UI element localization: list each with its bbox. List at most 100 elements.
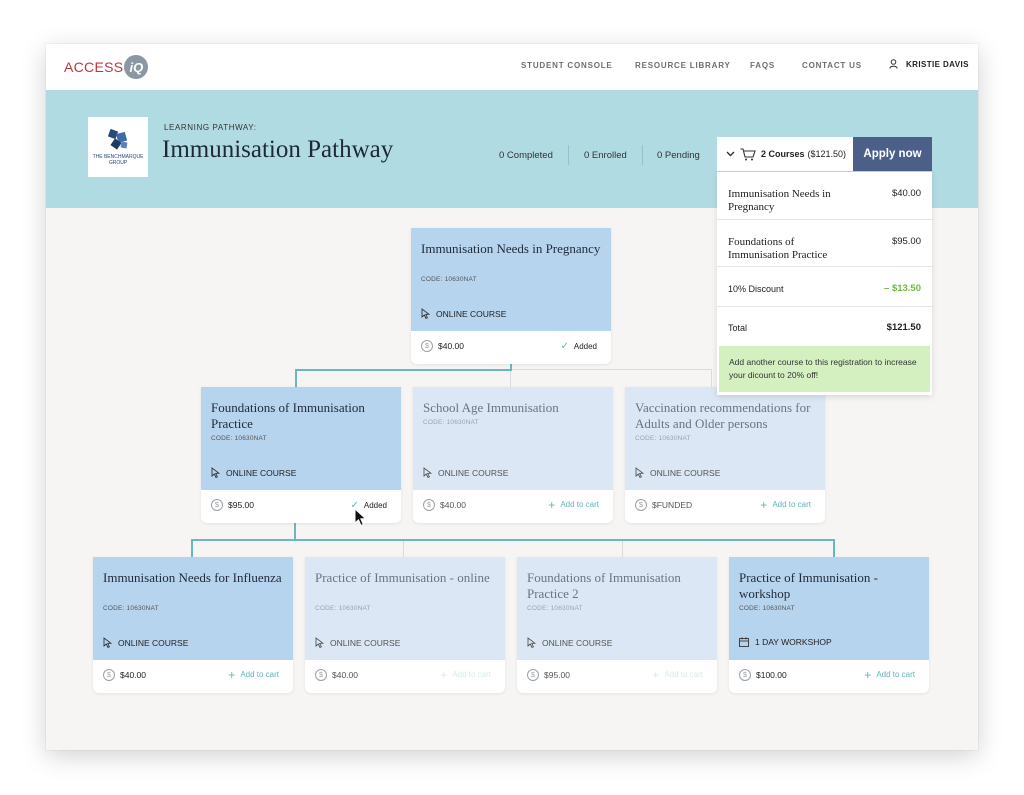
course-card[interactable]: Vaccination recommendations for Adults a… (625, 387, 825, 523)
add-to-cart-button[interactable]: + Add to cart (440, 669, 491, 681)
course-code: CODE: 10630NAT (103, 605, 159, 612)
course-title: Practice of Immunisation - online (315, 570, 490, 585)
connector-line (295, 369, 297, 387)
course-type: 1 DAY WORKSHOP (739, 637, 832, 647)
user-menu[interactable]: KRISTIE DAVIS (889, 59, 969, 69)
course-title: Vaccination recommendations for Adults a… (635, 400, 811, 431)
course-price: $ $40.00 (103, 669, 146, 681)
added-status[interactable]: ✓ Added (560, 341, 597, 352)
dollar-icon: $ (635, 499, 647, 511)
benchmarque-logo: THE BENCHMARQUE GROUP (88, 117, 148, 177)
added-label: Added (573, 342, 597, 351)
pointer-icon (211, 467, 220, 478)
course-type-label: ONLINE COURSE (330, 637, 401, 648)
course-card[interactable]: Practice of Immunisation - workshop CODE… (729, 557, 929, 693)
pointer-icon (421, 308, 430, 319)
completed-count: 0 Completed (499, 150, 553, 161)
add-to-cart-label: Add to cart (876, 670, 915, 679)
course-type: ONLINE COURSE (211, 467, 296, 478)
dollar-icon: $ (739, 669, 751, 681)
course-card[interactable]: School Age Immunisation CODE: 10630NAT O… (413, 387, 613, 523)
connector-line (833, 539, 835, 557)
cart-item: Foundations of Immunisation Practice $95… (717, 220, 932, 267)
cart-total: ($121.50) (807, 149, 847, 159)
course-code: CODE: 10630NAT (739, 605, 795, 612)
dollar-icon: $ (421, 340, 433, 352)
dollar-icon: $ (315, 669, 327, 681)
dollar-icon: $ (423, 499, 435, 511)
course-card[interactable]: Immunisation Needs in Pregnancy CODE: 10… (411, 228, 611, 364)
course-type: ONLINE COURSE (423, 467, 508, 478)
add-to-cart-button[interactable]: + Add to cart (760, 497, 811, 512)
course-title: Foundations of Immunisation Practice (211, 400, 365, 431)
add-to-cart-button[interactable]: + Add to cart (652, 669, 703, 681)
cart-item-name: Immunisation Needs in Pregnancy (728, 188, 831, 213)
course-price: $ $FUNDED (635, 499, 692, 511)
top-navigation: ACCESS iQ STUDENT CONSOLE RESOURCE LIBRA… (46, 44, 978, 90)
course-card[interactable]: Foundations of Immunisation Practice COD… (201, 387, 401, 523)
page-title: Immunisation Pathway (162, 136, 394, 163)
course-type: ONLINE COURSE (421, 308, 506, 319)
discount-value: – $13.50 (884, 283, 921, 294)
course-price: $ $95.00 (527, 669, 570, 681)
course-type-label: ONLINE COURSE (542, 637, 613, 648)
discount-promo-banner: Add another course to this registration … (719, 346, 930, 392)
benchmarque-logo-mark (107, 128, 128, 150)
connector-line (510, 371, 511, 387)
course-price: $ $95.00 (211, 499, 254, 511)
apply-now-button[interactable]: Apply now (853, 137, 932, 171)
course-type: ONLINE COURSE (635, 467, 720, 478)
course-type: ONLINE COURSE (103, 637, 188, 648)
cart-summary-toggle[interactable]: 2 Courses ($121.50) (717, 137, 853, 171)
nav-faqs[interactable]: FAQS (750, 61, 775, 70)
course-card[interactable]: Immunisation Needs for Influenza CODE: 1… (93, 557, 293, 693)
pathway-kicker: LEARNING PATHWAY: (164, 123, 257, 132)
mouse-cursor-icon (354, 508, 367, 527)
connector-line (294, 523, 296, 539)
connector-line (403, 541, 404, 557)
nav-student-console[interactable]: STUDENT CONSOLE (521, 61, 613, 70)
course-card[interactable]: Practice of Immunisation - online CODE: … (305, 557, 505, 693)
plus-icon: + (548, 497, 556, 512)
course-type-label: ONLINE COURSE (436, 308, 507, 319)
plus-icon: + (864, 667, 872, 682)
nav-contact-us[interactable]: CONTACT US (802, 61, 862, 70)
connector-line (711, 369, 712, 387)
add-to-cart-button[interactable]: + Add to cart (228, 669, 279, 681)
total-label: Total (728, 323, 748, 333)
user-icon (889, 59, 898, 69)
course-code: CODE: 10630NAT (527, 605, 583, 612)
course-price-value: $40.00 (120, 670, 146, 680)
logo-badge: iQ (124, 55, 149, 79)
dollar-icon: $ (211, 499, 223, 511)
dollar-icon: $ (527, 669, 539, 681)
access-iq-logo[interactable]: ACCESS iQ (64, 54, 149, 80)
stat-divider (568, 145, 569, 165)
course-type-label: ONLINE COURSE (650, 467, 721, 478)
course-price: $ $40.00 (421, 340, 464, 352)
chevron-down-icon (726, 151, 735, 157)
add-to-cart-button[interactable]: + Add to cart (548, 497, 599, 512)
course-type-label: ONLINE COURSE (438, 467, 509, 478)
course-code: CODE: 10630NAT (315, 605, 371, 612)
cart-icon (740, 147, 756, 160)
course-card[interactable]: Foundations of Immunisation Practice 2 C… (517, 557, 717, 693)
pointer-icon (103, 637, 112, 648)
course-price-value: $40.00 (332, 670, 358, 680)
connector-line (512, 369, 712, 370)
connector-line (191, 539, 835, 541)
course-price: $ $40.00 (423, 499, 466, 511)
discount-label: 10% Discount (728, 284, 784, 294)
add-to-cart-button[interactable]: + Add to cart (864, 667, 915, 682)
course-title: School Age Immunisation (423, 400, 559, 415)
dollar-icon: $ (103, 669, 115, 681)
plus-icon: + (760, 497, 768, 512)
course-title: Foundations of Immunisation Practice 2 (527, 570, 681, 601)
pointer-icon (527, 637, 536, 648)
course-type: ONLINE COURSE (527, 637, 612, 648)
nav-resource-library[interactable]: RESOURCE LIBRARY (635, 61, 731, 70)
calendar-icon (739, 637, 749, 647)
course-code: CODE: 10630NAT (211, 435, 267, 442)
benchmarque-logo-text: THE BENCHMARQUE GROUP (92, 154, 144, 166)
cart-item-price: $95.00 (891, 236, 921, 247)
